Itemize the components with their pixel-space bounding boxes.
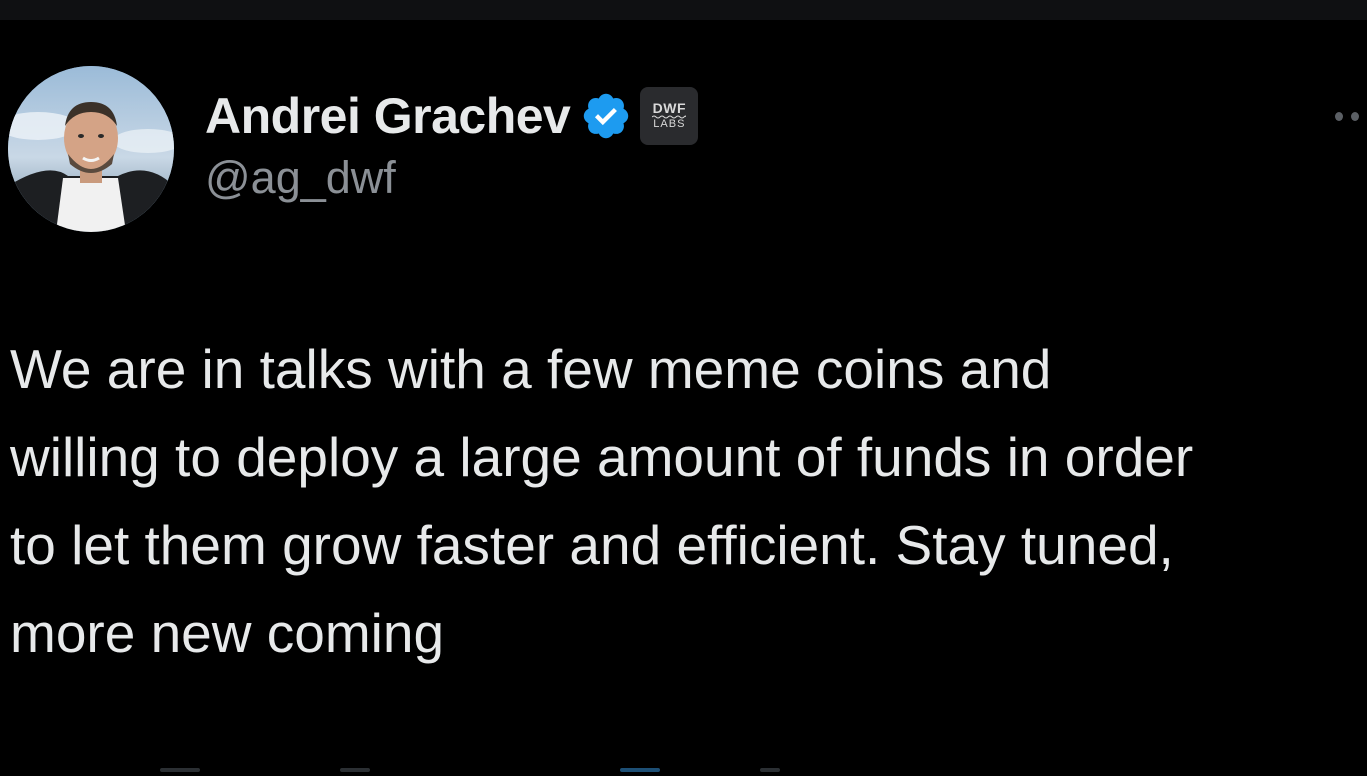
more-dot <box>1335 111 1343 121</box>
views-icon[interactable] <box>760 768 780 772</box>
verified-badge-icon[interactable] <box>580 90 632 142</box>
tweet-text: We are in talks with a few meme coins an… <box>10 338 1194 664</box>
author-name-row: Andrei Grachev DWF LABS <box>205 84 699 148</box>
author-handle[interactable]: @ag_dwf <box>205 152 396 204</box>
top-bar <box>0 0 1367 20</box>
display-name[interactable]: Andrei Grachev <box>205 87 571 145</box>
action-bar-cropped <box>0 764 1367 776</box>
affiliate-badge-bottom: LABS <box>653 118 686 130</box>
more-horizontal-icon[interactable] <box>1335 106 1367 126</box>
more-dot <box>1351 111 1359 121</box>
tweet-screenshot: Andrei Grachev DWF LABS @ag_dwf We are i… <box>0 0 1367 776</box>
affiliate-badge-top: DWF <box>652 100 687 116</box>
reply-icon[interactable] <box>160 768 200 772</box>
affiliate-badge[interactable]: DWF LABS <box>640 87 699 145</box>
avatar-photo <box>8 66 174 232</box>
retweet-icon[interactable] <box>340 768 370 772</box>
avatar[interactable] <box>8 66 174 232</box>
like-icon[interactable] <box>620 768 660 772</box>
